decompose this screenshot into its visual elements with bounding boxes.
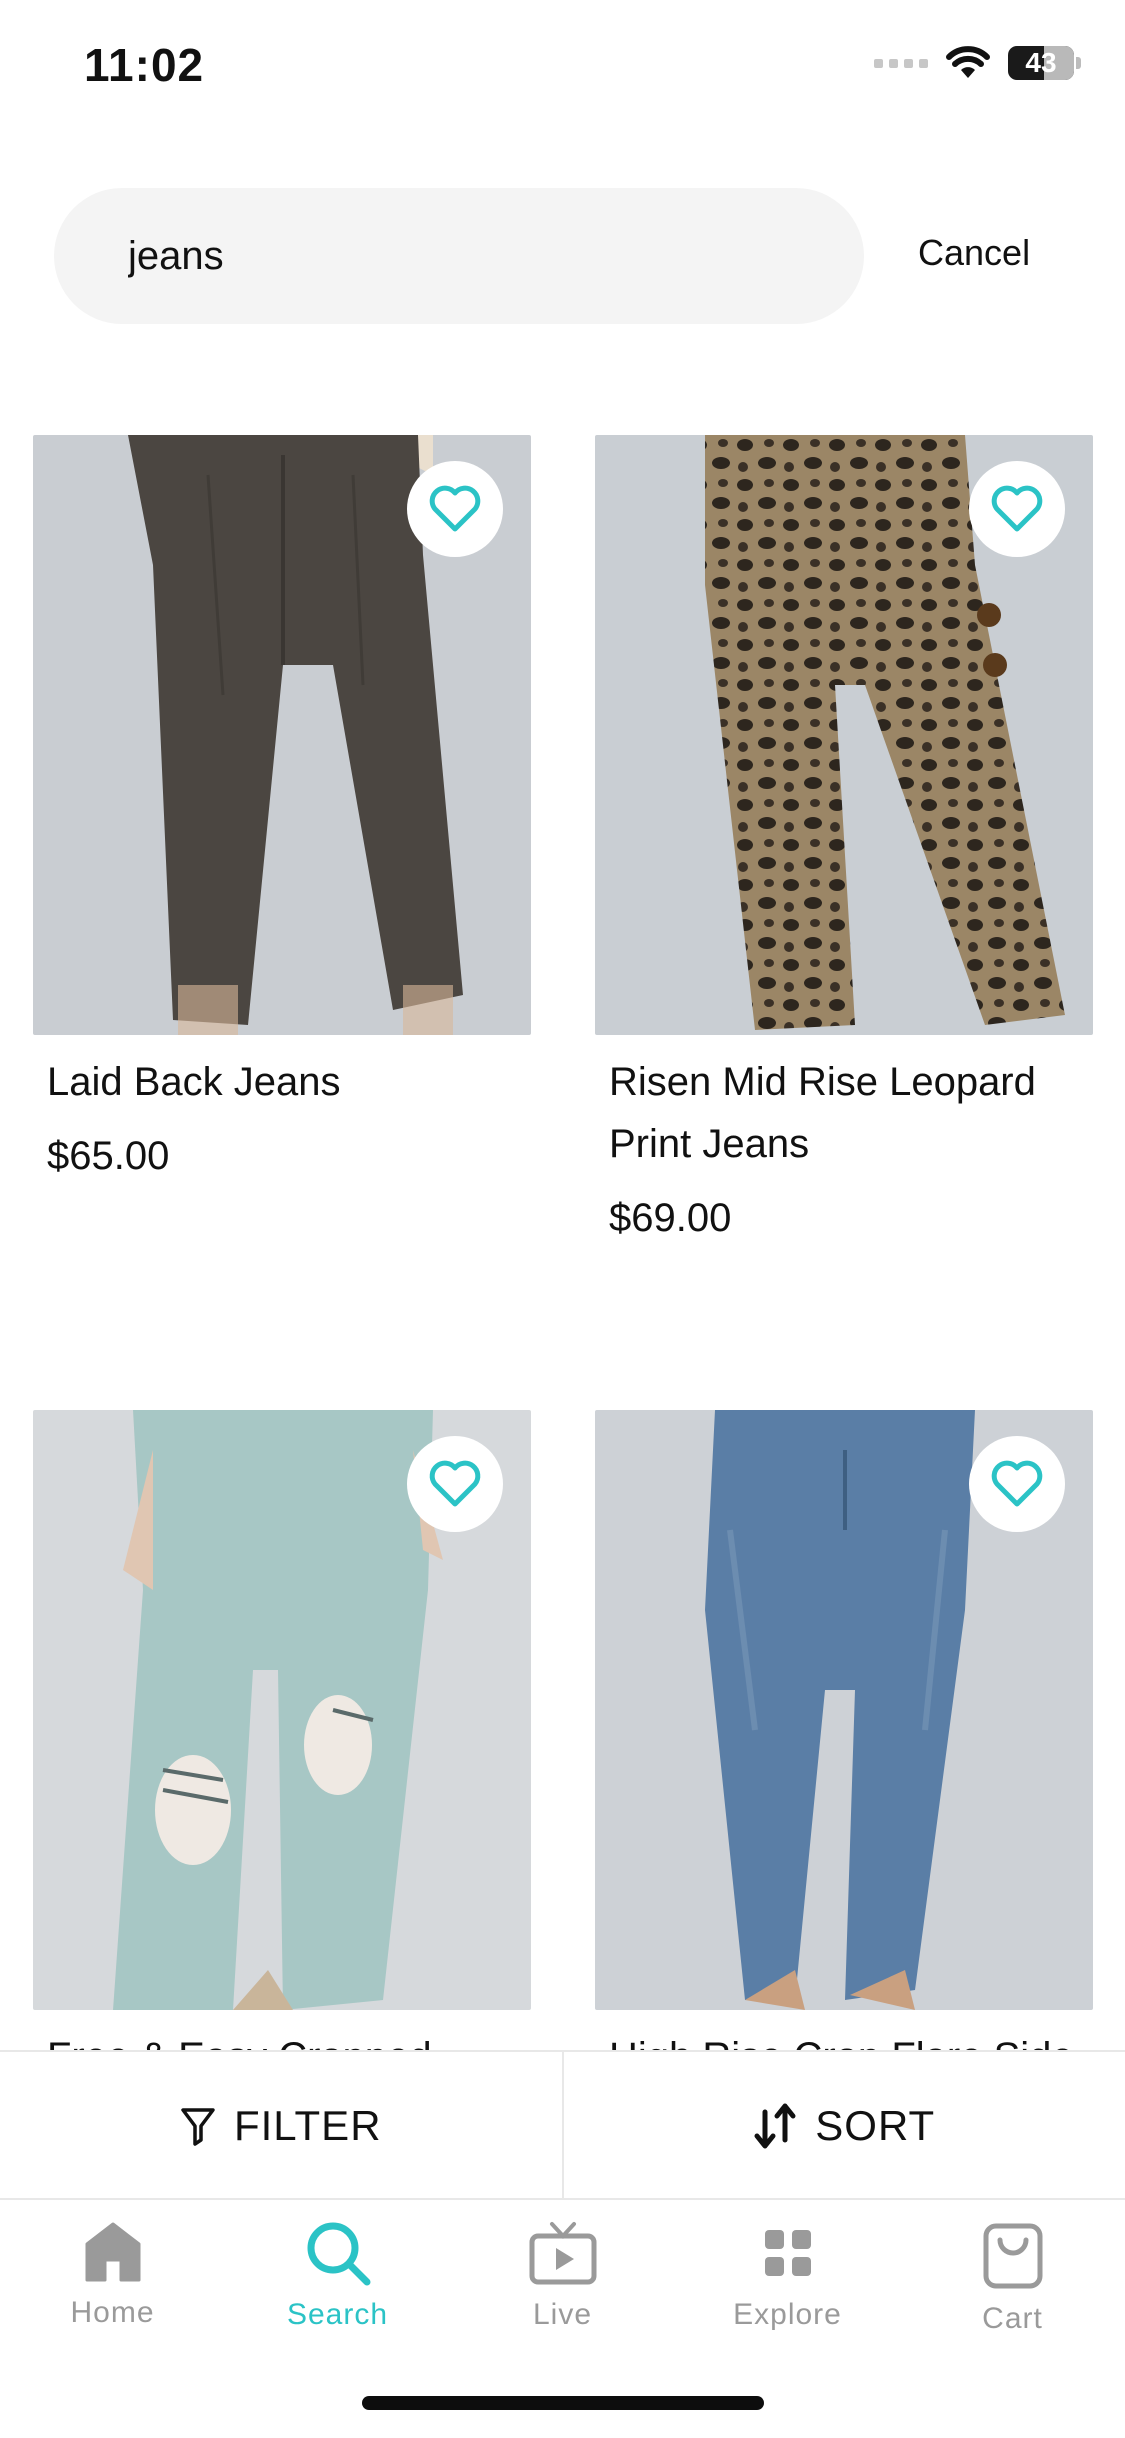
tab-cart-label: Cart [982,2302,1043,2336]
sort-button[interactable]: SORT [562,2052,1125,2200]
shopping-bag-icon [980,2220,1046,2290]
sort-label: SORT [815,2102,935,2150]
product-image[interactable] [33,1410,531,2010]
heart-icon [991,485,1043,533]
product-image[interactable] [595,1410,1093,2010]
cancel-button[interactable]: Cancel [918,232,1030,274]
product-name[interactable]: Risen Mid Rise Leopard Print Jeans [609,1051,1093,1175]
home-icon [83,2220,143,2284]
grid-icon [755,2220,821,2286]
tab-search-label: Search [287,2298,388,2332]
product-card[interactable]: Laid Back Jeans $65.00 [33,435,531,1187]
tab-live[interactable]: Live [450,2220,675,2332]
wifi-icon [946,46,990,80]
product-name[interactable]: Laid Back Jeans [47,1051,531,1113]
tab-cart[interactable]: Cart [900,2220,1125,2336]
filter-sort-bar: FILTER SORT [0,2050,1125,2200]
heart-icon [991,1460,1043,1508]
product-image[interactable] [33,435,531,1035]
tab-explore-label: Explore [733,2298,842,2332]
cellular-signal-icon [874,59,928,68]
tab-explore[interactable]: Explore [675,2220,900,2332]
search-bar[interactable] [54,188,864,324]
status-indicators: 43 [874,46,1081,80]
battery-icon: 43 [1008,46,1074,80]
product-image[interactable] [595,435,1093,1035]
favorite-button[interactable] [407,461,503,557]
home-indicator [362,2396,764,2410]
heart-icon [429,1460,481,1508]
product-card[interactable]: Free & Easy Cropped [33,1410,531,2088]
favorite-button[interactable] [407,1436,503,1532]
live-tv-icon [528,2220,598,2286]
favorite-button[interactable] [969,461,1065,557]
filter-button[interactable]: FILTER [0,2052,562,2200]
sort-icon [753,2102,797,2150]
favorite-button[interactable] [969,1436,1065,1532]
search-input[interactable] [128,188,828,324]
filter-icon [180,2106,216,2146]
search-icon [305,2220,371,2286]
status-time: 11:02 [84,38,204,92]
product-card[interactable]: Risen Mid Rise Leopard Print Jeans $69.0… [595,435,1093,1249]
product-price: $65.00 [47,1125,531,1187]
heart-icon [429,485,481,533]
product-card[interactable]: High Rise Crop Flare Side [595,1410,1093,2088]
tab-search[interactable]: Search [225,2220,450,2332]
tab-home-label: Home [70,2296,154,2330]
filter-label: FILTER [234,2102,382,2150]
tab-live-label: Live [533,2298,592,2332]
product-price: $69.00 [609,1187,1093,1249]
battery-level: 43 [1025,47,1056,79]
tab-home[interactable]: Home [0,2220,225,2330]
